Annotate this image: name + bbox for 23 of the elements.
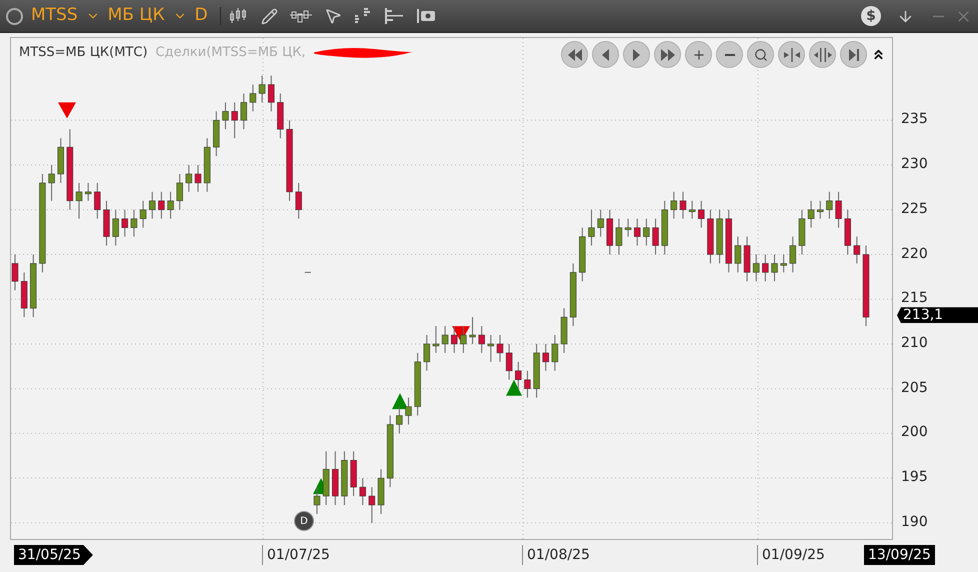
axis-date-label: 01/09/25 (757, 545, 825, 565)
instrument-legend: MTSS=МБ ЦК(МТС) (19, 43, 148, 62)
price-axis-label: 230 (901, 156, 928, 172)
interval-selector[interactable]: D (194, 3, 208, 29)
price-axis-label: 220 (901, 246, 928, 262)
axis-end-date: 13/09/25 (864, 545, 935, 565)
axis-start-date: 31/05/25 (14, 545, 93, 565)
price-axis-label: 190 (901, 514, 928, 530)
axis-date-label: 01/07/25 (262, 545, 330, 565)
exchange-selector[interactable]: МБ ЦК (108, 3, 165, 29)
symbol-selector[interactable]: MTSS (31, 3, 78, 29)
price-axis-label: 225 (901, 200, 928, 217)
current-price-tag: 213,1 (897, 307, 978, 324)
price-axis-label: 195 (901, 469, 928, 486)
axis-date-label: 01/08/25 (522, 545, 590, 565)
currency-button[interactable]: $ (861, 6, 881, 26)
price-axis-label: 205 (901, 380, 928, 396)
dividend-marker: D (294, 511, 314, 531)
price-axis-label: 200 (901, 424, 928, 440)
price-axis-label: 210 (901, 334, 928, 351)
price-axis-label: 235 (901, 111, 928, 128)
series-legend: Сделки(MTSS=МБ ЦК, (156, 43, 306, 62)
price-axis-label: 215 (901, 290, 928, 306)
